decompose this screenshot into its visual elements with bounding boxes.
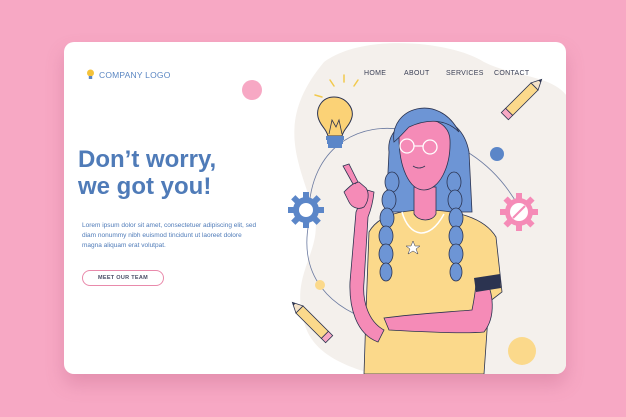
pencil-icon [500, 78, 543, 121]
hero-illustration [242, 74, 543, 374]
decor-circle-pink [242, 80, 262, 100]
landing-card: COMPANY LOGO HOME ABOUT SERVICES CONTACT… [64, 42, 566, 374]
decor-circle-yellow-large [508, 337, 536, 365]
pencil-icon [291, 301, 334, 344]
decor-circle-yellow [315, 280, 325, 290]
lightbulb-icon [314, 74, 359, 148]
decor-circle-blue [490, 147, 504, 161]
gear-icon [500, 193, 538, 231]
woman-character [342, 107, 503, 374]
gear-icon [288, 192, 324, 228]
